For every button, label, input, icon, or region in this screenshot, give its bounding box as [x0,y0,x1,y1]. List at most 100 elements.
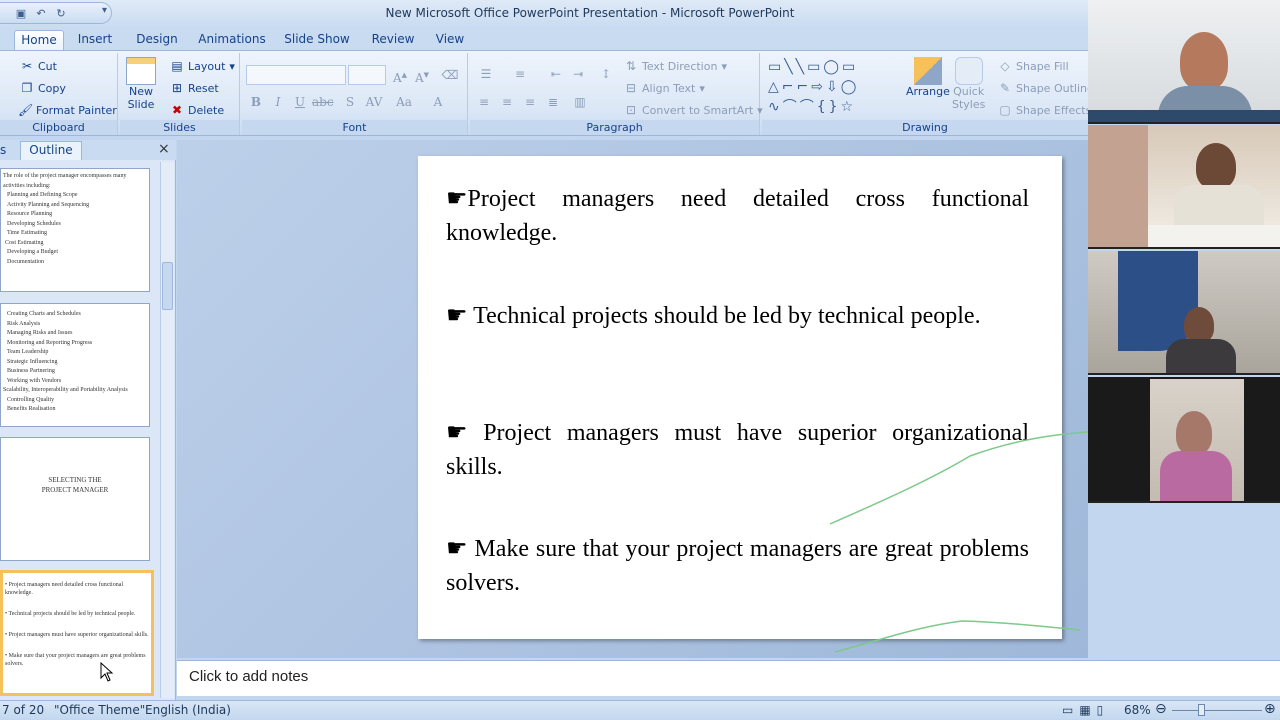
decrease-indent-icon[interactable]: ⇤ [546,65,566,83]
align-left-icon[interactable]: ≡ [474,93,494,111]
tab-home[interactable]: Home [14,30,64,50]
video-tile-3[interactable] [1088,251,1280,375]
convert-smartart-button[interactable]: ⊡ Convert to SmartArt ▾ [624,103,763,117]
zoom-slider[interactable] [1172,710,1262,711]
close-pane-icon[interactable]: × [158,141,170,157]
scrollbar-thumb[interactable] [162,262,173,310]
thumb-text: Planning and Defining Scope [7,192,78,198]
font-size-combo[interactable] [348,65,386,85]
columns-icon[interactable]: ▥ [570,93,590,111]
strikethrough-icon[interactable]: abc [312,93,334,111]
ribbon-tabs: Home Insert Design Animations Slide Show… [0,28,1088,50]
pointing-hand-icon: ☛ [446,420,484,446]
tab-insert[interactable]: Insert [72,30,118,50]
effects-icon: ▢ [999,103,1011,117]
shapes-gallery[interactable]: ▭╲╲▭◯▭ △⌐⌐⇨⇩◯ ∿⌒⌒{}☆ [768,57,892,117]
view-buttons[interactable]: ▭▦▯ [1062,703,1109,717]
copy-button[interactable]: ❐ Copy [20,81,66,95]
shadow-icon[interactable]: S [340,93,360,111]
participant-face [1176,411,1212,455]
video-tile-1[interactable] [1088,0,1280,124]
theme-name[interactable]: "Office Theme" [54,703,145,717]
window-title: New Microsoft Office PowerPoint Presenta… [385,6,795,20]
layout-button[interactable]: ▤ Layout ▾ [170,59,235,73]
zoom-slider-thumb[interactable] [1198,704,1205,716]
reset-icon: ⊞ [171,81,183,95]
thumb-text: Developing a Budget [7,249,58,255]
pane-tabs: s Outline × [0,140,176,160]
clear-format-icon[interactable]: ⌫ [440,66,460,84]
reset-button[interactable]: ⊞ Reset [170,81,219,95]
shape-effects-button[interactable]: ▢ Shape Effects [998,103,1091,117]
zoom-level[interactable]: 68% [1124,703,1151,717]
shape-fill-button[interactable]: ◇ Shape Fill [998,59,1068,73]
thumbnail-scrollbar[interactable] [160,162,174,698]
video-tile-2[interactable] [1088,125,1280,249]
tab-animations[interactable]: Animations [196,30,268,50]
smartart-icon: ⊡ [625,103,637,117]
bullets-icon[interactable]: ☰ [476,65,496,83]
delete-icon: ✖ [171,103,183,117]
align-right-icon[interactable]: ≡ [520,93,540,111]
slide-thumbnail-4[interactable]: The role of the project manager encompas… [0,168,150,292]
align-text-button[interactable]: ⊟ Align Text ▾ [624,81,705,95]
tab-review[interactable]: Review [368,30,418,50]
zoom-out-icon[interactable]: ⊖ [1155,701,1167,717]
thumb-text: • Make sure that your project managers a… [5,653,146,667]
justify-icon[interactable]: ≣ [543,93,563,111]
char-spacing-icon[interactable]: AV [364,93,384,111]
align-center-icon[interactable]: ≡ [497,93,517,111]
new-slide-button[interactable]: New Slide [126,57,156,111]
line-spacing-icon[interactable]: ↕ [596,65,616,83]
mouse-cursor-icon [100,662,114,682]
shape-outline-button[interactable]: ✎ Shape Outline [998,81,1094,95]
thumb-text: Risk Analysis [7,320,41,327]
redo-icon[interactable]: ↻ [54,6,68,20]
thumb-text: Time Estimating [7,230,47,236]
thumb-text: Team Leadership [7,349,49,355]
language[interactable]: English (India) [145,703,231,717]
video-tile-4[interactable] [1088,377,1280,503]
delete-button[interactable]: ✖ Delete [170,103,224,117]
arrange-button[interactable]: Arrange [906,57,950,98]
zoom-in-icon[interactable]: ⊕ [1264,701,1276,717]
quick-styles-button[interactable]: Quick Styles [952,57,985,111]
tab-slide-show[interactable]: Slide Show [284,30,350,50]
tab-outline[interactable]: Outline [20,141,82,160]
increase-indent-icon[interactable]: ⇥ [568,65,588,83]
italic-icon[interactable]: I [268,93,288,111]
tab-view[interactable]: View [432,30,468,50]
layout-icon: ▤ [171,59,183,73]
thumb-text: • Project managers need detailed cross f… [5,582,124,596]
slide-thumbnail-5[interactable]: Creating Charts and Schedules Risk Analy… [0,303,150,427]
text-direction-button[interactable]: ⇅ Text Direction ▾ [624,59,727,73]
customize-qat-icon[interactable]: ▾ [102,5,107,16]
font-label: Font [242,120,467,135]
font-color-icon[interactable]: A [428,93,448,111]
cut-button[interactable]: ✂ Cut [20,59,57,73]
slide-bullet-2[interactable]: ☛ Technical projects should be led by te… [446,299,1029,333]
change-case-icon[interactable]: Aa [394,93,414,111]
bold-icon[interactable]: B [246,93,266,111]
slide-thumbnail-7-selected[interactable]: • Project managers need detailed cross f… [0,570,154,696]
save-icon[interactable]: ▣ [14,6,28,20]
participant-face [1184,307,1214,343]
thumb-text: Creating Charts and Schedules [7,311,81,317]
thumb-text: Monitoring and Reporting Progress [7,339,93,346]
notes-pane[interactable]: Click to add notes [177,660,1280,696]
format-painter-button[interactable]: 🖌 Format Painter [18,103,117,117]
undo-icon[interactable]: ↶ [34,6,48,20]
font-name-combo[interactable] [246,65,346,85]
pointing-hand-icon: ☛ [446,186,468,212]
drawing-group: ▭╲╲▭◯▭ △⌐⌐⇨⇩◯ ∿⌒⌒{}☆ Arrange Quick Styles … [762,53,1094,135]
tab-design[interactable]: Design [132,30,182,50]
slide-bullet-1[interactable]: ☛Project managers need detailed cross fu… [446,182,1029,250]
shrink-font-icon[interactable]: A▼ [412,66,432,85]
numbering-icon[interactable]: ≡ [510,65,530,83]
scissors-icon: ✂ [21,59,33,73]
grow-font-icon[interactable]: A▲ [390,66,410,85]
thumb-text: Strategic Influencing [7,358,58,365]
tab-slides[interactable]: s [0,143,6,157]
underline-icon[interactable]: U [290,93,310,111]
slide-thumbnail-6[interactable]: SELECTING THE PROJECT MANAGER [0,437,150,561]
